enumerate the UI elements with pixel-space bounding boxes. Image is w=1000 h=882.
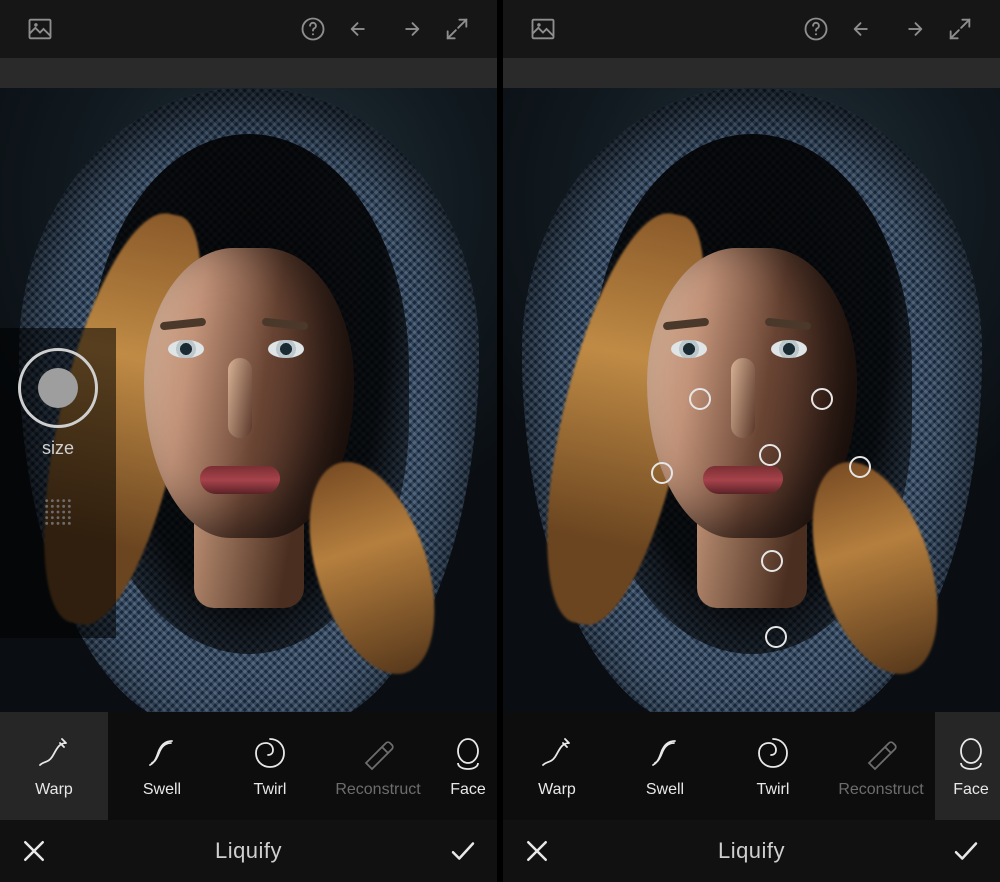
top-toolbar [503,0,1000,58]
liquify-tool-row: Warp Swell Twirl Reconstruct Face [0,712,497,820]
bottom-action-bar: Liquify [0,820,497,882]
tool-label: Swell [143,781,181,799]
top-toolbar [0,0,497,58]
sub-toolbar-strip [503,58,1000,88]
screen-warp: size Warp [0,0,497,882]
tool-label: Twirl [757,781,790,799]
tool-label: Warp [538,781,576,799]
twirl-icon [753,733,793,773]
mesh-toggle-icon[interactable] [41,495,75,529]
sub-toolbar-strip [0,58,497,88]
image-canvas[interactable] [503,88,1000,712]
screen-face: Warp Swell Twirl Reconstruct Face [503,0,1000,882]
tool-reconstruct[interactable]: Reconstruct [324,712,432,820]
redo-icon[interactable] [896,13,928,45]
mode-title: Liquify [571,838,932,864]
twirl-icon [250,733,290,773]
open-image-icon[interactable] [24,13,56,45]
undo-icon[interactable] [345,13,377,45]
reconstruct-icon [358,733,398,773]
liquify-tool-row: Warp Swell Twirl Reconstruct Face [503,712,1000,820]
swell-icon [142,733,182,773]
help-icon[interactable] [800,13,832,45]
face-icon [951,733,991,773]
fullscreen-icon[interactable] [441,13,473,45]
tool-swell[interactable]: Swell [108,712,216,820]
tool-label: Swell [646,781,684,799]
tool-label: Reconstruct [838,781,923,799]
face-handle-mouth[interactable] [761,550,783,572]
face-handle-chin[interactable] [765,626,787,648]
cancel-button[interactable] [0,820,68,882]
tool-label: Reconstruct [335,781,420,799]
fullscreen-icon[interactable] [944,13,976,45]
confirm-button[interactable] [932,820,1000,882]
mode-title: Liquify [68,838,429,864]
cancel-button[interactable] [503,820,571,882]
face-handle-eye-left[interactable] [689,388,711,410]
tool-face[interactable]: Face [432,712,497,820]
open-image-icon[interactable] [527,13,559,45]
brush-options-panel: size [0,328,116,638]
brush-size-control[interactable] [18,348,98,428]
tool-warp[interactable]: Warp [503,712,611,820]
edited-photo [503,88,1000,712]
image-canvas[interactable]: size [0,88,497,712]
redo-icon[interactable] [393,13,425,45]
tool-label: Twirl [254,781,287,799]
tool-face[interactable]: Face [935,712,1000,820]
brush-size-label: size [42,438,74,459]
face-handle-eye-right[interactable] [811,388,833,410]
face-icon [448,733,488,773]
tool-swell[interactable]: Swell [611,712,719,820]
tool-label: Face [953,781,989,799]
face-handle-cheek-right[interactable] [849,456,871,478]
tool-twirl[interactable]: Twirl [719,712,827,820]
face-handle-cheek-left[interactable] [651,462,673,484]
help-icon[interactable] [297,13,329,45]
reconstruct-icon [861,733,901,773]
tool-label: Face [450,781,486,799]
bottom-action-bar: Liquify [503,820,1000,882]
warp-icon [34,733,74,773]
face-handle-nose[interactable] [759,444,781,466]
confirm-button[interactable] [429,820,497,882]
tool-twirl[interactable]: Twirl [216,712,324,820]
undo-icon[interactable] [848,13,880,45]
brush-size-indicator [38,368,78,408]
tool-label: Warp [35,781,73,799]
tool-reconstruct[interactable]: Reconstruct [827,712,935,820]
warp-icon [537,733,577,773]
swell-icon [645,733,685,773]
tool-warp[interactable]: Warp [0,712,108,820]
